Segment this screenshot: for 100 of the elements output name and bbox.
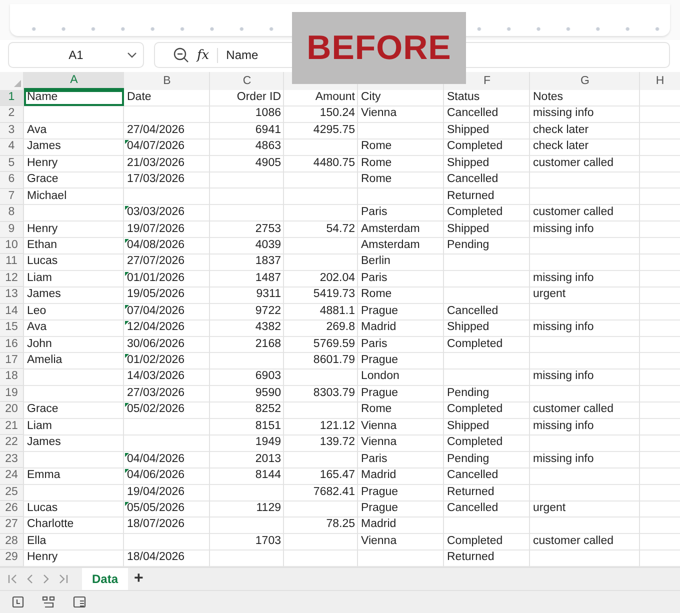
overlay-label: BEFORE (306, 28, 452, 68)
table-cell-text: 27/04/2026 (126, 122, 186, 138)
table-cell-text: Completed (446, 435, 504, 450)
zoom-icon[interactable] (173, 47, 189, 63)
table-cell-text: missing info (532, 106, 595, 122)
table-cell-text: Rome (360, 287, 393, 302)
table-cell-text: Madrid (360, 468, 398, 484)
table-cell-text: Cancelled (446, 172, 500, 188)
table-cell-text: 4480.75 (312, 156, 356, 171)
row-header[interactable]: 4 (0, 139, 24, 156)
row-header[interactable]: 21 (0, 418, 24, 436)
row-header[interactable]: 27 (0, 517, 24, 534)
table-cell-text: Paris (360, 205, 388, 220)
row-header[interactable]: 15 (0, 320, 24, 337)
column-header[interactable]: G (576, 72, 594, 90)
row-header[interactable]: 11 (0, 254, 24, 271)
row-header[interactable]: 22 (0, 435, 24, 452)
table-cell-text: 21/03/2026 (126, 156, 186, 171)
sheet-tab[interactable]: Data (82, 568, 128, 590)
table-cell-text: 30/06/2026 (126, 336, 186, 352)
table-cell-text: 27/03/2026 (126, 386, 186, 401)
row-header[interactable]: 14 (0, 304, 24, 320)
row-header[interactable]: 6 (0, 172, 24, 189)
table-cell-text: 269.8 (325, 320, 356, 336)
table-cell-text: check later (532, 122, 590, 138)
table-cell-text: 6941 (254, 122, 282, 138)
row-header[interactable]: 12 (0, 270, 24, 288)
table-cell-text: Lucas (26, 254, 59, 270)
table-cell-text: 8144 (254, 468, 282, 484)
table-cell-text: Completed (446, 205, 504, 220)
table-cell-text: urgent (532, 500, 567, 516)
row-header[interactable]: 8 (0, 205, 24, 222)
column-header[interactable]: B (159, 72, 175, 90)
table-cell-text: customer called (532, 534, 615, 549)
column-header[interactable]: H (652, 72, 668, 90)
chevron-down-icon[interactable] (127, 52, 137, 58)
table-cell-text: 150.24 (318, 106, 356, 122)
table-cell-text: James (26, 139, 62, 154)
table-cell-text: 04/06/2026 (126, 468, 186, 484)
table-cell-text: 14/03/2026 (126, 369, 186, 384)
row-header[interactable]: 23 (0, 452, 24, 468)
table-cell-text: Status (446, 90, 481, 105)
table-cell-text: 139.72 (318, 435, 356, 450)
table-cell-text: 8252 (254, 402, 282, 418)
table-cell-text: 17/03/2026 (126, 172, 186, 188)
table-cell-text: customer called (532, 402, 615, 418)
table-cell-text: missing info (532, 270, 595, 286)
add-sheet-button[interactable]: + (128, 568, 150, 590)
table-cell-text: Vienna (360, 418, 398, 434)
row-header[interactable]: 18 (0, 369, 24, 386)
row-header[interactable]: 2 (0, 106, 24, 123)
table-cell-text: 19/04/2026 (126, 484, 186, 500)
function-button[interactable]: fx (197, 48, 218, 62)
row-header[interactable]: 26 (0, 500, 24, 518)
table-cell-text: 8601.79 (312, 353, 356, 368)
name-box[interactable]: A1 (8, 42, 144, 68)
row-header[interactable]: 29 (0, 550, 24, 567)
column-header[interactable]: C (238, 72, 256, 90)
table-cell-text: Rome (360, 172, 393, 188)
row-header[interactable]: 16 (0, 336, 24, 353)
row-header[interactable]: 3 (0, 122, 24, 140)
table-cell-text: Berlin (360, 254, 392, 270)
table-cell-text: Rome (360, 156, 393, 171)
table-cell-text: check later (532, 139, 590, 154)
table-cell-text: City (360, 90, 382, 105)
table-cell-text: Paris (360, 336, 388, 352)
table-cell-text: Prague (360, 386, 400, 401)
row-header[interactable]: 24 (0, 468, 24, 484)
row-header[interactable]: 7 (0, 188, 24, 206)
row-header[interactable]: 19 (0, 386, 24, 402)
formula-text[interactable]: Name (226, 48, 258, 62)
table-cell-text: 04/04/2026 (126, 452, 186, 467)
table-cell-text: Ava (26, 122, 48, 138)
row-header[interactable]: 13 (0, 287, 24, 304)
table-cell-text: Paris (360, 270, 388, 286)
row-header[interactable]: 20 (0, 402, 24, 419)
column-header[interactable]: A (24, 72, 124, 90)
table-cell-text: Lucas (26, 500, 59, 516)
row-header[interactable]: 25 (0, 484, 24, 501)
table-cell-text: 4881.1 (318, 304, 356, 319)
table-cell-text: Returned (446, 550, 496, 566)
row-header[interactable]: 5 (0, 156, 24, 172)
sheet-view-icon[interactable] (73, 596, 86, 608)
row-header[interactable]: 9 (0, 222, 24, 238)
table-cell-text: 05/05/2026 (126, 500, 186, 516)
row-header[interactable]: 28 (0, 534, 24, 550)
table-cell-text: 1703 (254, 534, 282, 549)
table-cell-text: James (26, 287, 62, 302)
table-cell: Name (24, 90, 124, 106)
table-cell-text: Liam (26, 270, 53, 286)
row-header[interactable]: 17 (0, 353, 24, 370)
status-icon[interactable] (12, 596, 24, 608)
table-cell-text: Pending (446, 452, 490, 467)
column-header[interactable]: F (479, 72, 495, 90)
table-cell-text: 1086 (254, 106, 282, 122)
table-cell-text: 54.72 (325, 222, 356, 236)
table-cell-text: 5419.73 (312, 287, 356, 302)
row-header[interactable]: 10 (0, 238, 24, 254)
table-cell-text: Amsterdam (360, 222, 421, 236)
row-header[interactable]: 1 (0, 90, 24, 106)
